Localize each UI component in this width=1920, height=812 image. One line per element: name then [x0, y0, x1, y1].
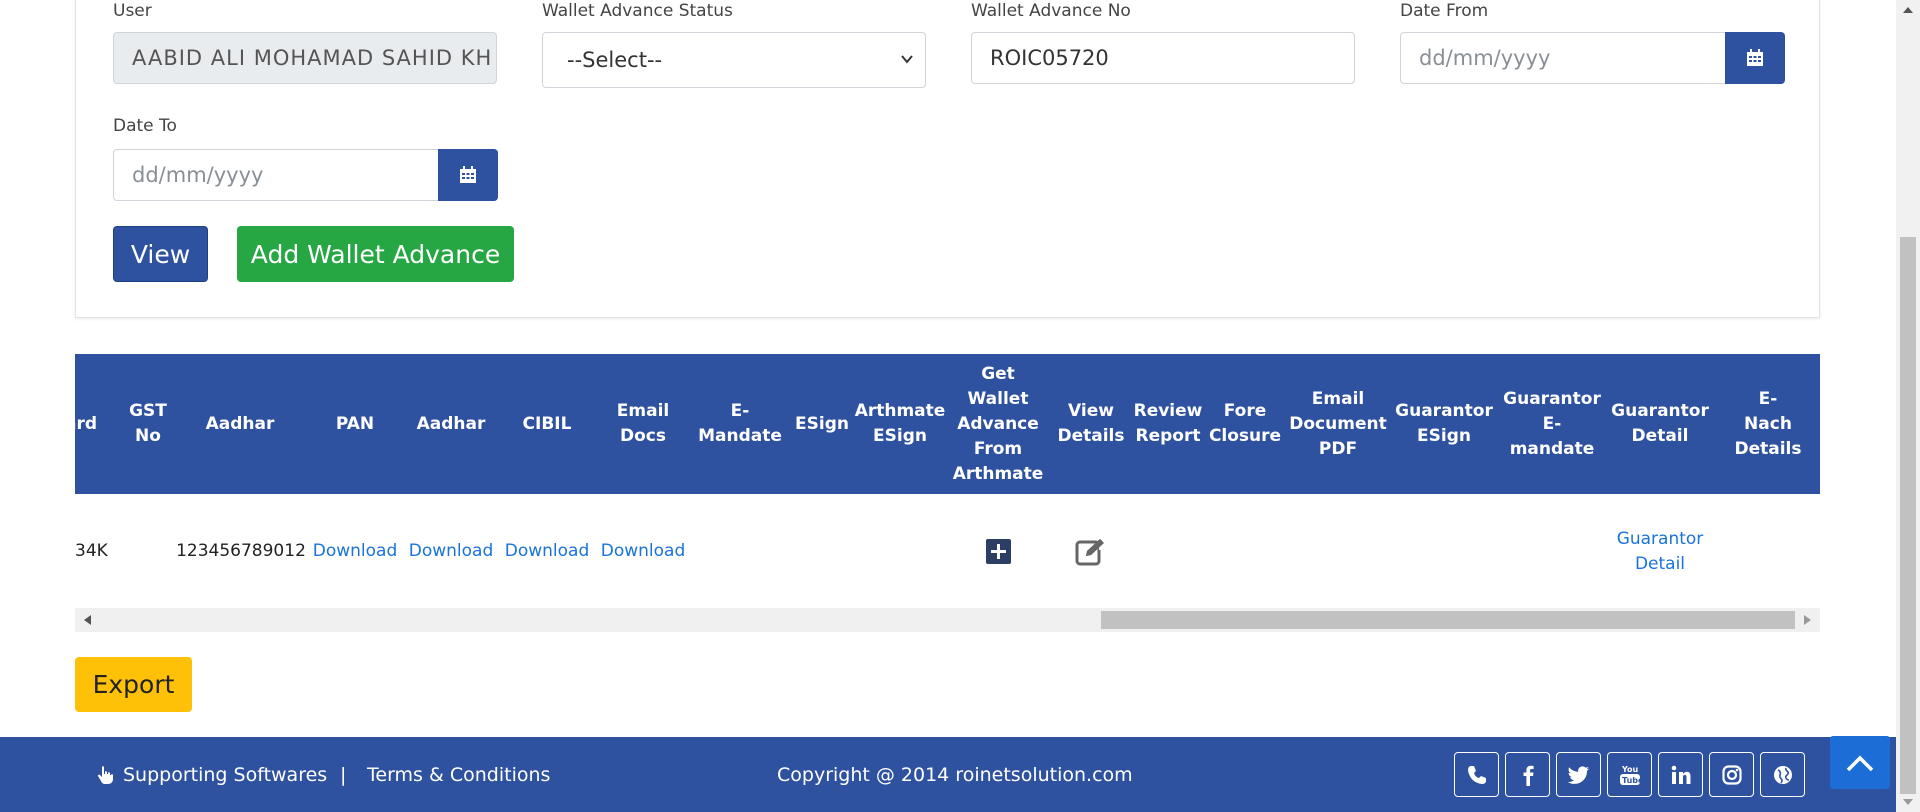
col-header-email-docs: Email Docs: [616, 401, 670, 446]
filter-panel: User AABID ALI MOHAMAD SAHID KH Wallet A…: [75, 0, 1820, 318]
view-details-cell: [1051, 494, 1131, 609]
col-header-email-document-pdf: Email Document PDF: [1289, 388, 1387, 459]
date-to-calendar-button[interactable]: [438, 149, 498, 201]
scroll-left-icon[interactable]: [84, 615, 91, 625]
facebook-icon[interactable]: [1505, 752, 1550, 797]
view-button[interactable]: View: [113, 226, 208, 282]
cell-aadhar: 123456789012: [176, 541, 306, 561]
col-header-e-mandate: E- Mandate: [698, 401, 782, 446]
hand-pointer-icon: [97, 766, 113, 784]
linkedin-icon[interactable]: [1658, 752, 1703, 797]
supporting-softwares-link[interactable]: Supporting Softwares: [123, 764, 327, 786]
wallet-advance-status-select[interactable]: --Select--: [542, 32, 926, 88]
get-wallet-advance-cell: [945, 494, 1051, 609]
back-to-top-button[interactable]: [1830, 736, 1890, 789]
email-docs-download-link[interactable]: Download: [601, 539, 686, 564]
svg-text:Tube: Tube: [1622, 776, 1641, 785]
date-from-label: Date From: [1400, 1, 1489, 21]
col-header-get-wallet-advance: Get Wallet Advance From Arthmate: [952, 363, 1044, 484]
col-header-guarantor-esign: Guarantor ESign: [1395, 401, 1493, 446]
table-header: ard GST No Aadhar PAN Aadhar CIBIL Email…: [75, 354, 1820, 494]
footer-separator: |: [340, 764, 347, 786]
col-header-aadhar: Aadhar: [205, 413, 275, 434]
cell-card: 34K: [75, 541, 108, 561]
col-header-esign: ESign: [795, 413, 849, 434]
col-header-cibil: CIBIL: [522, 413, 572, 434]
pan-download-link[interactable]: Download: [313, 539, 398, 564]
user-label: User: [113, 1, 152, 21]
scroll-down-icon[interactable]: [1903, 799, 1913, 805]
youtube-icon[interactable]: You Tube: [1607, 752, 1652, 797]
wallet-advance-status-value: --Select--: [567, 48, 663, 72]
col-header-guarantor-detail: Guarantor Detail: [1611, 401, 1709, 446]
date-from-calendar-button[interactable]: [1725, 32, 1785, 84]
calendar-icon: [1747, 49, 1763, 66]
twitter-icon[interactable]: [1556, 752, 1601, 797]
calendar-icon: [460, 166, 476, 183]
aadhar-download-link[interactable]: Download: [409, 539, 494, 564]
add-wallet-advance-button[interactable]: Add Wallet Advance: [237, 226, 514, 282]
export-button[interactable]: Export: [75, 657, 192, 712]
edit-icon[interactable]: [1075, 537, 1107, 567]
col-header-guarantor-e-mandate: Guarantor E- mandate: [1503, 388, 1601, 459]
col-header-arthmate-esign: Arthmate ESign: [854, 401, 946, 446]
instagram-icon[interactable]: [1709, 752, 1754, 797]
col-header-view-details: View Details: [1057, 401, 1125, 446]
col-header-fore-closure: Fore Closure: [1208, 401, 1282, 446]
date-to-label: Date To: [113, 116, 177, 136]
col-header-review-report: Review Report: [1133, 401, 1203, 446]
terms-conditions-link[interactable]: Terms & Conditions: [367, 764, 550, 786]
wallet-advance-no-label: Wallet Advance No: [971, 1, 1131, 21]
wallet-advance-no-input[interactable]: ROIC05720: [971, 32, 1355, 84]
footer: Supporting Softwares | Terms & Condition…: [0, 737, 1896, 812]
date-from-input[interactable]: dd/mm/yyyy: [1400, 32, 1726, 84]
user-field: AABID ALI MOHAMAD SAHID KH: [113, 32, 497, 84]
page-scrollbar-thumb[interactable]: [1900, 237, 1916, 794]
col-header-e-nach-details: E- Nach Details: [1734, 388, 1802, 459]
chevron-up-icon: [1846, 755, 1874, 771]
wallet-advance-table: ard GST No Aadhar PAN Aadhar CIBIL Email…: [75, 354, 1820, 632]
svg-text:You: You: [1621, 765, 1639, 774]
cibil-download-link[interactable]: Download: [505, 539, 590, 564]
guarantor-detail-link[interactable]: Guarantor Detail: [1617, 527, 1704, 577]
globe-icon[interactable]: [1760, 752, 1805, 797]
phone-icon[interactable]: [1454, 752, 1499, 797]
wallet-advance-status-label: Wallet Advance Status: [542, 1, 733, 21]
scroll-right-icon[interactable]: [1804, 615, 1811, 625]
plus-square-icon[interactable]: [985, 539, 1011, 564]
copyright-text: Copyright @ 2014 roinetsolution.com: [777, 764, 1133, 786]
scroll-up-icon[interactable]: [1903, 7, 1913, 13]
page-vertical-scrollbar[interactable]: [1896, 0, 1920, 812]
col-header-pan: PAN: [335, 413, 375, 434]
col-header-gst-no: GST No: [129, 401, 167, 446]
col-header-card: ard: [75, 413, 98, 434]
table-horizontal-scrollbar[interactable]: [75, 608, 1820, 632]
page: User AABID ALI MOHAMAD SAHID KH Wallet A…: [0, 0, 1920, 812]
chevron-down-icon: [901, 55, 913, 64]
date-to-input[interactable]: dd/mm/yyyy: [113, 149, 439, 201]
col-header-aadhar-doc: Aadhar: [416, 413, 486, 434]
table-row: 34K 123456789012 Download Download Downl…: [75, 494, 1820, 609]
scrollbar-thumb[interactable]: [1101, 611, 1795, 629]
